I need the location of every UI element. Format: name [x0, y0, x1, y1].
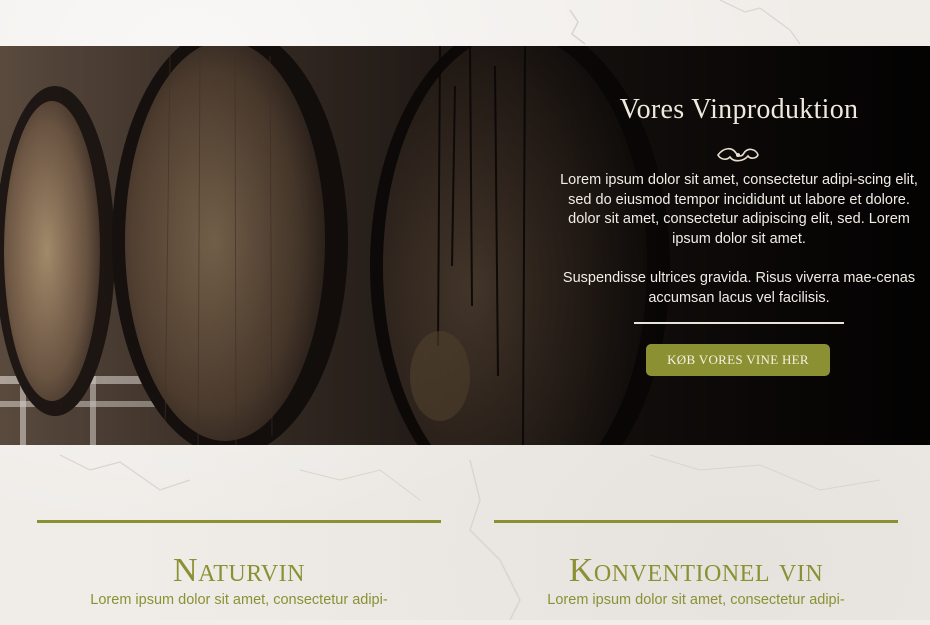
- hero-title: Vores Vinproduktion: [619, 94, 859, 125]
- hero-divider: [634, 322, 844, 324]
- flourish-ornament-icon: [717, 147, 759, 162]
- column-naturvin: Naturvin Lorem ipsum dolor sit amet, con…: [37, 520, 441, 610]
- hero-text-panel: Vores Vinproduktion Lorem ipsum dolor si…: [548, 46, 930, 445]
- column-title: Konventionel vin: [568, 552, 824, 589]
- column-title: Naturvin: [173, 552, 305, 589]
- column-text: Lorem ipsum dolor sit amet, consectetur …: [90, 592, 388, 608]
- hero-paragraph-1: Lorem ipsum dolor sit amet, consectetur …: [560, 172, 918, 247]
- hero-paragraph-2: Suspendisse ultrices gravida. Risus vive…: [562, 270, 916, 306]
- column-text: Lorem ipsum dolor sit amet, consectetur …: [547, 592, 845, 608]
- buy-wines-button[interactable]: KØB VORES VINE HER: [646, 344, 830, 376]
- hero-banner: Vores Vinproduktion Lorem ipsum dolor si…: [0, 46, 930, 445]
- column-divider: [37, 520, 441, 523]
- column-konventionel-vin: Konventionel vin Lorem ipsum dolor sit a…: [494, 520, 898, 610]
- column-divider: [494, 520, 898, 523]
